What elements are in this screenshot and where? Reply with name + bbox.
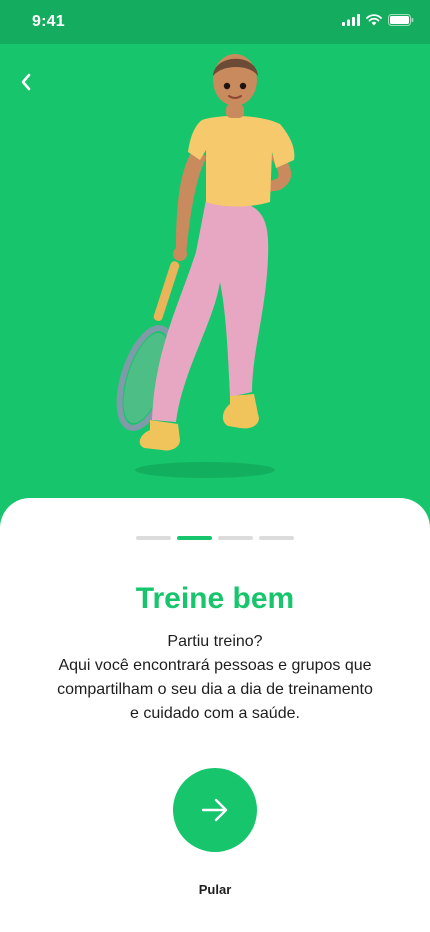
- description-line-3: compartilham o seu dia a dia de treiname…: [57, 681, 373, 698]
- onboarding-sheet: Treine bem Partiu treino? Aqui você enco…: [0, 498, 430, 932]
- page-dot-3: [218, 536, 253, 540]
- page-dot-1: [136, 536, 171, 540]
- page-indicator: [0, 536, 430, 540]
- onboarding-title: Treine bem: [135, 582, 295, 615]
- tennis-player-illustration: [116, 54, 295, 478]
- description-line-2: Aqui você encontrará pessoas e grupos qu…: [58, 657, 372, 674]
- battery-icon: [388, 14, 414, 26]
- onboarding-description: Partiu treino? Aqui você encontrará pess…: [0, 630, 430, 726]
- wifi-icon: [366, 14, 382, 26]
- hero-banner: 9:41: [0, 0, 430, 540]
- description-line-1: Partiu treino?: [167, 633, 263, 650]
- next-button[interactable]: [173, 768, 257, 852]
- skip-button[interactable]: Pular: [0, 882, 430, 897]
- status-time: 9:41: [32, 13, 65, 30]
- page-dot-4: [259, 536, 294, 540]
- signal-icon: [342, 14, 360, 26]
- status-bar: 9:41: [0, 0, 430, 44]
- status-icons: [342, 14, 414, 26]
- back-button[interactable]: [12, 68, 40, 96]
- arrow-right-icon: [201, 798, 228, 822]
- page-dot-2-active: [177, 536, 212, 540]
- chevron-left-icon: [21, 73, 31, 91]
- description-line-4: e cuidado com a saúde.: [130, 705, 300, 722]
